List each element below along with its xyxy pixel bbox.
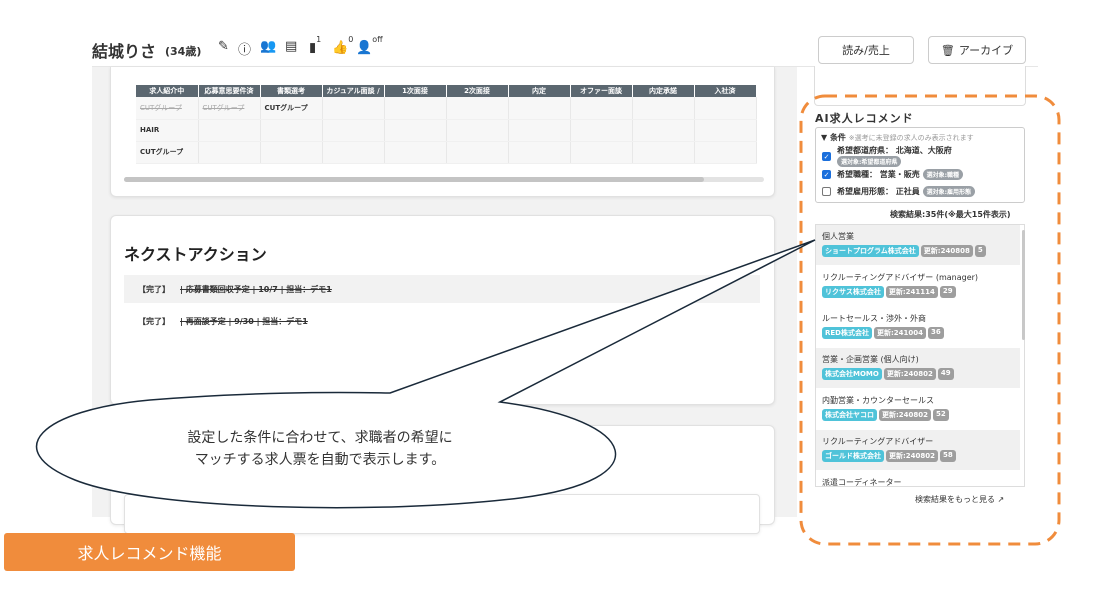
annotation-overlay	[36, 94, 1061, 546]
feature-label: 求人レコメンド機能	[4, 533, 295, 571]
highlight-dashed-frame	[799, 94, 1061, 546]
callout-text: 設定した条件に合わせて、求職者の希望に マッチする求人票を自動で表示します。	[187, 430, 453, 468]
